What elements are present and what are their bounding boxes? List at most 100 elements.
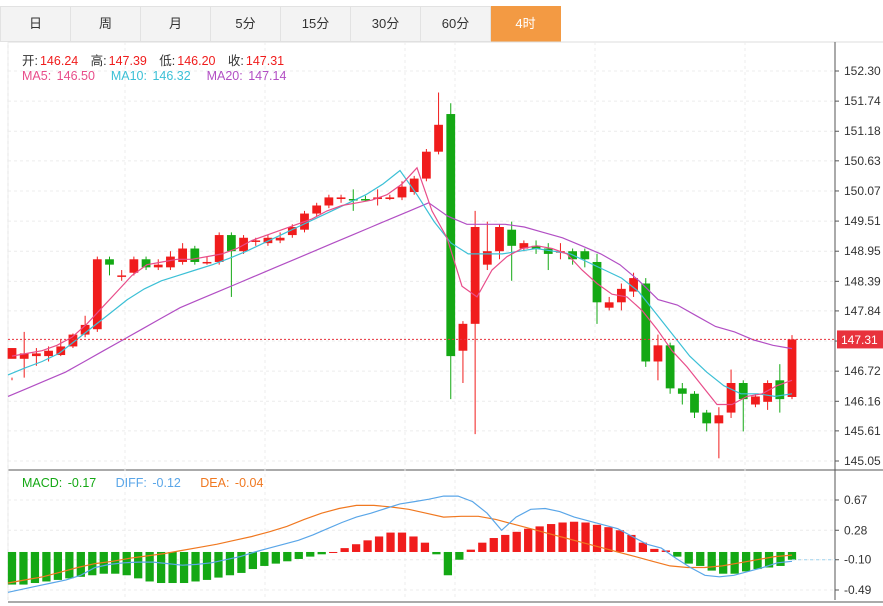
candle-body-25 [312, 205, 322, 214]
ma20-value: 147.14 [248, 69, 287, 83]
macd-bar-0 [7, 551, 17, 585]
macd-bar-21 [248, 551, 258, 570]
open-value: 146.24 [39, 54, 79, 68]
candle-body-55 [677, 388, 687, 394]
macd-bar-14 [168, 551, 177, 584]
price-tick-label-11: 146.16 [844, 394, 881, 408]
macd-bar-39 [455, 551, 464, 560]
macd-bar-25 [294, 551, 303, 559]
high-label: 高: [90, 54, 107, 68]
candle-body-36 [446, 114, 456, 357]
price-tick-label-8: 147.84 [844, 304, 881, 318]
macd-bar-23 [271, 551, 280, 564]
macd-bar-32 [374, 536, 384, 552]
macd-bar-34 [397, 532, 407, 552]
ma5-line [11, 166, 793, 406]
ma5-value: 146.50 [56, 69, 95, 83]
candle-body-52 [641, 283, 651, 362]
macd-bar-29 [340, 548, 349, 552]
candle-body-56 [690, 393, 699, 413]
candle-body-8 [105, 259, 114, 265]
candle-body-47 [580, 251, 590, 260]
candle-body-13 [166, 256, 175, 268]
diff-label: DIFF: [115, 476, 147, 490]
macd-bar-26 [306, 551, 315, 557]
low-value: 146.20 [177, 54, 216, 68]
candle-body-31 [385, 197, 395, 200]
macd-bar-27 [317, 551, 326, 555]
price-tick-label-12: 145.61 [844, 424, 881, 438]
high-value: 147.39 [108, 54, 147, 68]
macd-bar-59 [684, 551, 693, 564]
price-tick-label-10: 146.72 [844, 364, 881, 378]
macd-bar-61 [707, 551, 716, 571]
macd-bar-33 [386, 532, 395, 552]
macd-bar-42 [489, 538, 498, 552]
macd-bar-5 [65, 551, 74, 579]
candle-body-12 [153, 264, 163, 268]
macd-tick-label-2: -0.10 [844, 553, 872, 567]
candle-body-37 [458, 323, 468, 351]
macd-bar-51 [592, 524, 602, 552]
macd-bar-15 [179, 551, 189, 584]
macd-tick-label-0: 0.67 [844, 493, 868, 507]
macd-bar-28 [329, 551, 338, 553]
macd-tick-label-3: -0.49 [844, 583, 872, 597]
macd-bar-37 [432, 551, 441, 555]
candle-body-40 [495, 227, 504, 252]
price-tick-label-3: 150.63 [844, 154, 881, 168]
candle-body-35 [434, 124, 443, 152]
candle-body-3 [44, 350, 53, 357]
candle-body-11 [141, 259, 151, 268]
macd-bar-24 [283, 551, 292, 562]
close-value: 147.31 [245, 54, 285, 68]
candle-body-10 [129, 259, 139, 273]
macd-bar-40 [466, 549, 475, 552]
macd-bar-9 [111, 551, 120, 574]
candle-body-58 [714, 415, 724, 424]
candle-body-27 [336, 197, 346, 200]
diff-value: -0.12 [152, 476, 181, 490]
macd-bar-22 [260, 551, 269, 566]
candle-body-38 [470, 227, 480, 324]
candle-body-7 [92, 259, 102, 330]
candle-body-49 [604, 302, 614, 308]
candle-body-41 [507, 229, 517, 246]
price-tick-label-4: 150.07 [844, 184, 881, 198]
candle-body-16 [202, 261, 212, 264]
macd-bar-4 [53, 551, 63, 580]
price-tick-label-13: 145.05 [844, 454, 881, 468]
macd-bar-17 [202, 551, 212, 580]
dea-value: -0.04 [234, 476, 264, 490]
macd-bar-30 [351, 544, 361, 552]
macd-bar-38 [443, 551, 453, 576]
ma10-value: 146.32 [152, 69, 191, 83]
price-tick-label-7: 148.39 [844, 274, 881, 288]
macd-bar-35 [409, 536, 418, 552]
macd-label: MACD: [22, 476, 63, 490]
macd-tick-label-1: 0.28 [844, 523, 868, 537]
macd-bar-36 [420, 542, 430, 552]
macd-bar-41 [478, 542, 487, 552]
macd-bar-50 [581, 522, 590, 552]
macd-bar-43 [501, 534, 510, 552]
candle-body-32 [397, 186, 407, 198]
candle-body-61 [751, 396, 760, 405]
low-label: 低: [159, 54, 176, 68]
open-label: 开: [22, 54, 38, 68]
ma10-label: MA10: [110, 69, 147, 83]
candle-body-15 [190, 248, 200, 262]
close-label: 收: [227, 54, 244, 68]
candle-body-2 [31, 353, 41, 357]
macd-bar-16 [191, 551, 200, 582]
macd-bar-31 [363, 540, 372, 552]
macd-bar-18 [214, 551, 223, 578]
candle-body-14 [178, 248, 188, 262]
macd-bar-67 [776, 551, 785, 566]
macd-bar-56 [650, 548, 659, 552]
macd-bar-58 [673, 551, 682, 557]
ohlc-legend: 开: 146.24 高: 147.39 低: 146.20 收: 147.31 [22, 50, 286, 69]
candle-body-17 [214, 235, 224, 262]
candle-body-9 [117, 275, 127, 277]
price-tick-label-5: 149.51 [844, 214, 881, 228]
